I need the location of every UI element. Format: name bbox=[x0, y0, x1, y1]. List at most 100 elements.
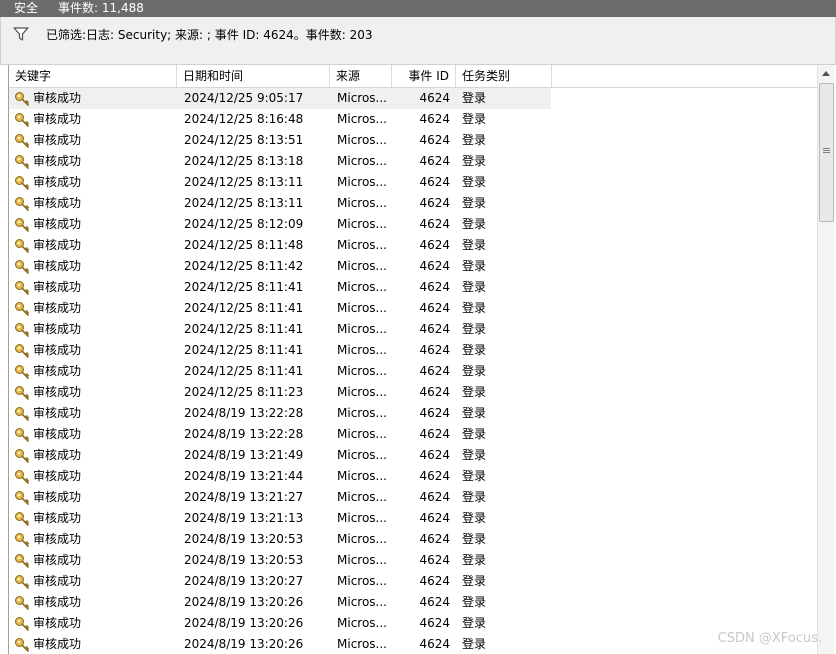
keyword-cell: 审核成功 bbox=[33, 133, 82, 147]
event-row[interactable]: 审核成功 2024/8/19 13:21:44 Micros... 4624 登录 bbox=[9, 466, 817, 487]
datetime-cell: 2024/12/25 8:12:09 bbox=[184, 217, 304, 231]
key-icon bbox=[15, 554, 29, 568]
event-row[interactable]: 审核成功 2024/12/25 9:05:17 Micros... 4624 登录 bbox=[9, 88, 817, 109]
key-icon bbox=[15, 344, 29, 358]
source-cell: Micros... bbox=[337, 175, 387, 189]
key-icon bbox=[15, 386, 29, 400]
key-icon bbox=[15, 197, 29, 211]
datetime-cell: 2024/8/19 13:20:53 bbox=[184, 553, 304, 567]
event-row[interactable]: 审核成功 2024/12/25 8:13:18 Micros... 4624 登录 bbox=[9, 151, 817, 172]
event-id-cell: 4624 bbox=[419, 511, 450, 525]
keyword-cell: 审核成功 bbox=[33, 637, 82, 651]
event-row[interactable]: 审核成功 2024/12/25 8:11:41 Micros... 4624 登录 bbox=[9, 319, 817, 340]
source-cell: Micros... bbox=[337, 448, 387, 462]
key-icon bbox=[15, 239, 29, 253]
event-row[interactable]: 审核成功 2024/8/19 13:20:26 Micros... 4624 登录 bbox=[9, 592, 817, 613]
event-id-cell: 4624 bbox=[419, 406, 450, 420]
event-row[interactable]: 审核成功 2024/12/25 8:13:11 Micros... 4624 登录 bbox=[9, 193, 817, 214]
event-row[interactable]: 审核成功 2024/8/19 13:20:53 Micros... 4624 登录 bbox=[9, 529, 817, 550]
event-row[interactable]: 审核成功 2024/12/25 8:11:23 Micros... 4624 登录 bbox=[9, 382, 817, 403]
column-header-datetime[interactable]: 日期和时间 bbox=[177, 65, 330, 87]
column-header-source[interactable]: 来源 bbox=[330, 65, 392, 87]
scrollbar-thumb[interactable] bbox=[819, 83, 834, 222]
event-row[interactable]: 审核成功 2024/12/25 8:11:48 Micros... 4624 登录 bbox=[9, 235, 817, 256]
key-icon bbox=[15, 155, 29, 169]
datetime-cell: 2024/12/25 8:11:41 bbox=[184, 322, 304, 336]
event-row[interactable]: 审核成功 2024/12/25 8:11:41 Micros... 4624 登录 bbox=[9, 340, 817, 361]
category-cell: 登录 bbox=[462, 490, 487, 504]
event-row[interactable]: 审核成功 2024/12/25 8:12:09 Micros... 4624 登录 bbox=[9, 214, 817, 235]
event-row[interactable]: 审核成功 2024/12/25 8:11:41 Micros... 4624 登录 bbox=[9, 298, 817, 319]
column-header-keyword[interactable]: 关键字 bbox=[9, 65, 177, 87]
event-row[interactable]: 审核成功 2024/8/19 13:21:49 Micros... 4624 登录 bbox=[9, 445, 817, 466]
event-id-cell: 4624 bbox=[419, 343, 450, 357]
datetime-cell: 2024/8/19 13:21:44 bbox=[184, 469, 304, 483]
key-icon bbox=[15, 323, 29, 337]
event-id-cell: 4624 bbox=[419, 385, 450, 399]
datetime-cell: 2024/12/25 8:11:48 bbox=[184, 238, 304, 252]
datetime-cell: 2024/12/25 8:11:41 bbox=[184, 301, 304, 315]
event-id-cell: 4624 bbox=[419, 154, 450, 168]
category-cell: 登录 bbox=[462, 175, 487, 189]
keyword-cell: 审核成功 bbox=[33, 385, 82, 399]
datetime-cell: 2024/12/25 8:11:41 bbox=[184, 280, 304, 294]
datetime-cell: 2024/8/19 13:20:26 bbox=[184, 616, 304, 630]
event-row[interactable]: 审核成功 2024/8/19 13:20:26 Micros... 4624 登录 bbox=[9, 634, 817, 654]
keyword-cell: 审核成功 bbox=[33, 364, 82, 378]
source-cell: Micros... bbox=[337, 91, 387, 105]
vertical-scrollbar[interactable] bbox=[817, 65, 834, 654]
key-icon bbox=[15, 512, 29, 526]
event-row[interactable]: 审核成功 2024/8/19 13:21:27 Micros... 4624 登录 bbox=[9, 487, 817, 508]
keyword-cell: 审核成功 bbox=[33, 238, 82, 252]
source-cell: Micros... bbox=[337, 217, 387, 231]
scroll-up-arrow-icon[interactable] bbox=[818, 65, 834, 82]
key-icon bbox=[15, 134, 29, 148]
event-row[interactable]: 审核成功 2024/12/25 8:11:41 Micros... 4624 登录 bbox=[9, 361, 817, 382]
datetime-cell: 2024/8/19 13:22:28 bbox=[184, 406, 304, 420]
source-cell: Micros... bbox=[337, 259, 387, 273]
category-cell: 登录 bbox=[462, 427, 487, 441]
event-row[interactable]: 审核成功 2024/8/19 13:22:28 Micros... 4624 登录 bbox=[9, 403, 817, 424]
key-icon bbox=[15, 92, 29, 106]
category-cell: 登录 bbox=[462, 616, 487, 630]
category-cell: 登录 bbox=[462, 217, 487, 231]
event-row[interactable]: 审核成功 2024/8/19 13:20:27 Micros... 4624 登录 bbox=[9, 571, 817, 592]
event-list[interactable]: 关键字 日期和时间 来源 事件 ID 任务类别 审核成功 2024/12/25 9… bbox=[8, 65, 835, 654]
event-id-cell: 4624 bbox=[419, 490, 450, 504]
keyword-cell: 审核成功 bbox=[33, 574, 82, 588]
key-icon bbox=[15, 218, 29, 232]
source-cell: Micros... bbox=[337, 322, 387, 336]
event-id-cell: 4624 bbox=[419, 217, 450, 231]
event-row[interactable]: 审核成功 2024/12/25 8:16:48 Micros... 4624 登录 bbox=[9, 109, 817, 130]
event-row[interactable]: 审核成功 2024/8/19 13:20:26 Micros... 4624 登录 bbox=[9, 613, 817, 634]
key-icon bbox=[15, 365, 29, 379]
source-cell: Micros... bbox=[337, 511, 387, 525]
keyword-cell: 审核成功 bbox=[33, 196, 82, 210]
key-icon bbox=[15, 491, 29, 505]
keyword-cell: 审核成功 bbox=[33, 322, 82, 336]
watermark: CSDN @XFocus. bbox=[717, 631, 822, 646]
event-row[interactable]: 审核成功 2024/8/19 13:22:28 Micros... 4624 登录 bbox=[9, 424, 817, 445]
category-cell: 登录 bbox=[462, 301, 487, 315]
column-header-event-id[interactable]: 事件 ID bbox=[392, 65, 456, 87]
event-row[interactable]: 审核成功 2024/8/19 13:21:13 Micros... 4624 登录 bbox=[9, 508, 817, 529]
event-id-cell: 4624 bbox=[419, 175, 450, 189]
source-cell: Micros... bbox=[337, 616, 387, 630]
keyword-cell: 审核成功 bbox=[33, 217, 82, 231]
key-icon bbox=[15, 428, 29, 442]
column-header-category[interactable]: 任务类别 bbox=[456, 65, 552, 87]
column-header: 关键字 日期和时间 来源 事件 ID 任务类别 bbox=[9, 65, 817, 88]
event-row[interactable]: 审核成功 2024/12/25 8:11:42 Micros... 4624 登录 bbox=[9, 256, 817, 277]
keyword-cell: 审核成功 bbox=[33, 490, 82, 504]
event-row[interactable]: 审核成功 2024/12/25 8:13:51 Micros... 4624 登录 bbox=[9, 130, 817, 151]
log-title-bar: 安全 事件数: 11,488 bbox=[0, 0, 836, 17]
keyword-cell: 审核成功 bbox=[33, 259, 82, 273]
event-row[interactable]: 审核成功 2024/8/19 13:20:53 Micros... 4624 登录 bbox=[9, 550, 817, 571]
event-row[interactable]: 审核成功 2024/12/25 8:11:41 Micros... 4624 登录 bbox=[9, 277, 817, 298]
event-id-cell: 4624 bbox=[419, 322, 450, 336]
event-id-cell: 4624 bbox=[419, 427, 450, 441]
keyword-cell: 审核成功 bbox=[33, 406, 82, 420]
event-row[interactable]: 审核成功 2024/12/25 8:13:11 Micros... 4624 登录 bbox=[9, 172, 817, 193]
key-icon bbox=[15, 407, 29, 421]
key-icon bbox=[15, 575, 29, 589]
